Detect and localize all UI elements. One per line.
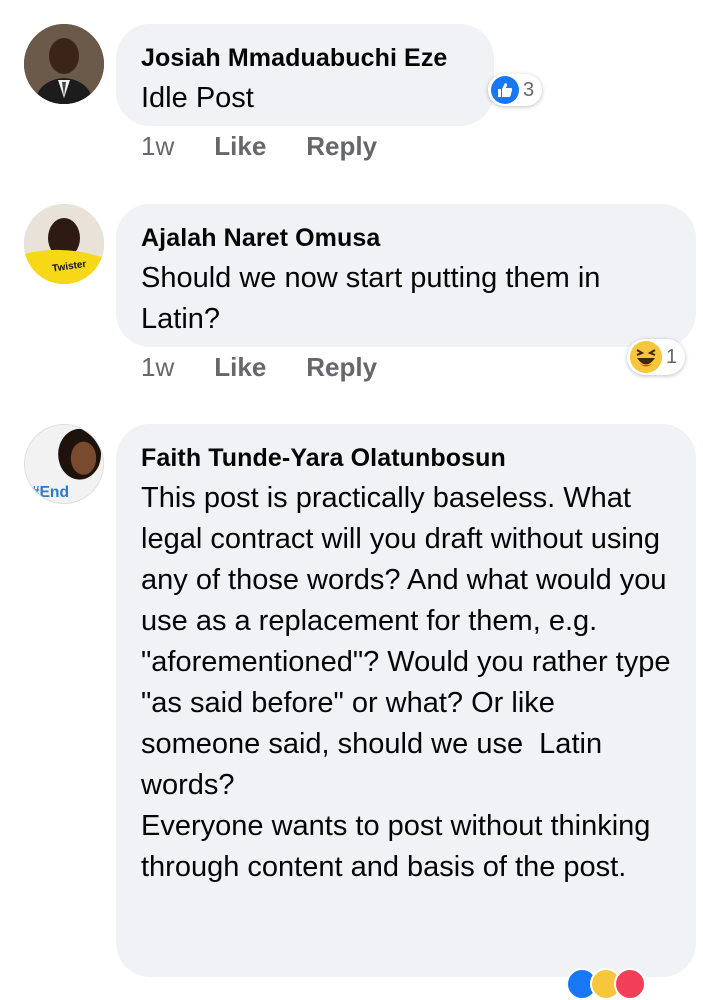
reply-button[interactable]: Reply [306,131,377,162]
comment-bubble: Faith Tunde-Yara Olatunbosun This post i… [116,424,696,977]
comment-text: This post is practically baseless. What … [141,482,671,883]
avatar-photo [24,24,104,104]
like-button[interactable]: Like [214,131,266,162]
comment-bubble: Josiah Mmaduabuchi Eze Idle Post [116,24,494,126]
reply-button[interactable]: Reply [306,352,377,383]
comment-bubble: Ajalah Naret Omusa Should we now start p… [116,204,696,347]
avatar[interactable]: #End [24,424,104,504]
timestamp[interactable]: 1w [141,352,174,383]
haha-icon [630,341,662,373]
comment-text: Should we now start putting them in Lati… [141,262,609,335]
like-icon [491,76,519,104]
comment-author[interactable]: Faith Tunde-Yara Olatunbosun [141,442,672,474]
avatar-badge-text: #End [31,484,69,501]
reaction-count: 1 [666,345,678,368]
avatar-photo: Twister [24,204,104,284]
avatar-photo: #End [25,425,103,503]
comment-text: Idle Post [141,82,254,114]
comment-actions: 1w Like Reply [141,352,377,383]
reaction-summary[interactable] [566,968,646,1000]
comment-actions: 1w Like Reply [141,131,377,162]
timestamp[interactable]: 1w [141,131,174,162]
avatar[interactable]: Twister [24,204,104,284]
reaction-summary[interactable]: 3 [488,74,543,106]
comment-author[interactable]: Ajalah Naret Omusa [141,222,672,254]
reaction-summary[interactable]: 1 [627,339,686,375]
avatar[interactable] [24,24,104,104]
reaction-count: 3 [523,78,535,101]
love-icon [614,968,646,1000]
comment-author[interactable]: Josiah Mmaduabuchi Eze [141,42,470,74]
like-button[interactable]: Like [214,352,266,383]
